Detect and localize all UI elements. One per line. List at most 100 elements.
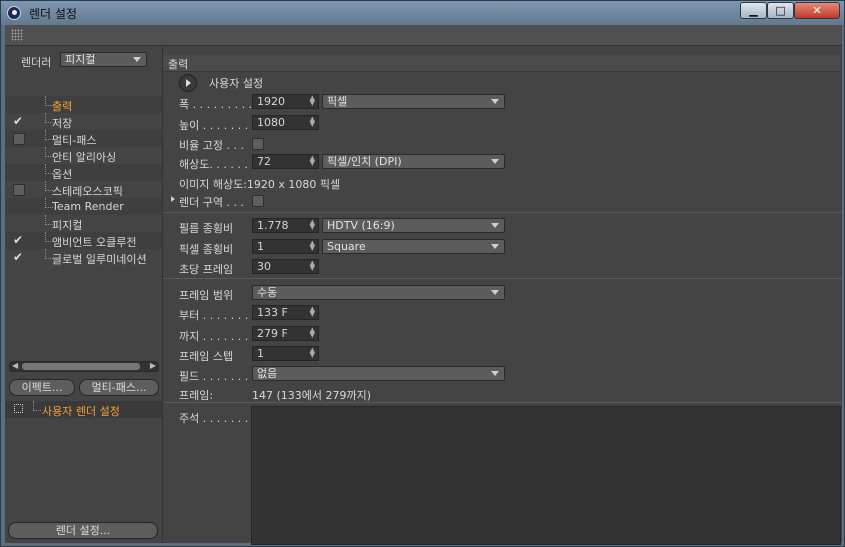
field-dropdown[interactable]: 없음	[252, 366, 505, 381]
preset-menu-icon[interactable]	[179, 74, 197, 92]
stepper-icon[interactable]: ▲ ▼	[310, 306, 315, 318]
tree-item-label: 스테레오스코픽	[52, 185, 123, 198]
scroll-right-icon[interactable]: ▶	[150, 361, 156, 370]
stepper-icon[interactable]: ▲ ▼	[310, 260, 315, 272]
film-aspect-field[interactable]: 1.778 ▲ ▼	[252, 218, 319, 233]
chevron-down-icon	[491, 99, 499, 104]
stepper-icon[interactable]: ▲ ▼	[310, 347, 315, 359]
frame-step-label: 프레임 스텝	[179, 350, 234, 363]
chevron-down-icon	[491, 223, 499, 228]
pixel-aspect-label: 픽셀 종횡비	[179, 243, 234, 256]
scroll-left-icon[interactable]: ◀	[12, 361, 18, 370]
tree-item-label: 안티 알리아싱	[52, 151, 117, 164]
image-resolution-readout: 이미지 해상도:1920 x 1080 픽셀	[179, 178, 341, 191]
maximize-icon: □	[775, 4, 786, 17]
tree-item-label: 피지컬	[52, 219, 83, 232]
frame-range-label: 프레임 범위	[179, 289, 234, 302]
pixel-aspect-dropdown[interactable]: Square	[322, 239, 505, 254]
resolution-label: 해상도. . . . . .	[179, 158, 248, 171]
tree-item[interactable]: 안티 알리아싱	[5, 147, 162, 164]
tree-item[interactable]: 출력	[5, 96, 162, 113]
render-settings-window: 렌더 설정 ▁ □ ✕ 렌더러 피지컬 출력 ✔ 저장 멀티-패스 안티 알리아싱 옵션 스…	[0, 0, 845, 547]
divider	[163, 212, 842, 213]
stepper-icon[interactable]: ▲ ▼	[310, 116, 315, 128]
chevron-down-icon	[491, 159, 499, 164]
frame-range-dropdown[interactable]: 수동	[252, 285, 505, 300]
width-field[interactable]: 1920 ▲ ▼	[252, 94, 319, 109]
dialog-body: 렌더러 피지컬 출력 ✔ 저장 멀티-패스 안티 알리아싱 옵션 스테레오스코픽 Team R…	[5, 25, 842, 545]
tree-item-label: 글로벌 일루미네이션	[52, 253, 147, 266]
resolution-field[interactable]: 72 ▲ ▼	[252, 154, 319, 169]
tree-item[interactable]: 피지컬	[5, 215, 162, 232]
tree-item[interactable]: Team Render	[5, 198, 162, 215]
frames-readout: 147 (133에서 279까지)	[252, 389, 372, 402]
maximize-button[interactable]: □	[767, 2, 794, 19]
tree-item[interactable]: 멀티-패스	[5, 130, 162, 147]
pixel-aspect-value: 1	[257, 240, 264, 253]
toolbar	[5, 25, 842, 46]
minimize-icon: ▁	[749, 4, 758, 17]
scrollbar-thumb[interactable]	[22, 363, 140, 370]
check-icon[interactable]: ✔	[13, 114, 23, 128]
width-unit-dropdown[interactable]: 픽셀	[322, 94, 505, 109]
close-icon: ✕	[812, 4, 822, 17]
height-field[interactable]: 1080 ▲ ▼	[252, 115, 319, 130]
tree-checkbox[interactable]	[13, 184, 25, 196]
tree-item-label: 앰비언트 오클루전	[52, 236, 137, 249]
tree-checkbox[interactable]	[13, 133, 25, 145]
from-value: 133 F	[257, 306, 288, 319]
frame-step-field[interactable]: 1 ▲ ▼	[252, 346, 319, 361]
film-aspect-label: 필름 종횡비	[179, 222, 234, 235]
close-button[interactable]: ✕	[794, 2, 840, 19]
resolution-unit-dropdown[interactable]: 픽셀/인치 (DPI)	[322, 154, 505, 169]
multipass-button[interactable]: 멀티-패스...	[79, 379, 159, 396]
expand-arrow-icon[interactable]	[171, 196, 175, 202]
pixel-aspect-field[interactable]: 1 ▲ ▼	[252, 239, 319, 254]
settings-tree-panel: 렌더러 피지컬 출력 ✔ 저장 멀티-패스 안티 알리아싱 옵션 스테레오스코픽 Team R…	[5, 46, 163, 543]
title-bar[interactable]: 렌더 설정 ▁ □ ✕	[1, 1, 844, 25]
notes-textarea[interactable]	[251, 406, 841, 545]
film-aspect-preset: HDTV (16:9)	[327, 219, 395, 232]
tree-item[interactable]: ✔ 글로벌 일루미네이션	[5, 249, 162, 266]
check-icon[interactable]: ✔	[13, 250, 23, 264]
check-icon[interactable]: ✔	[13, 233, 23, 247]
width-unit-value: 픽셀	[327, 95, 348, 108]
stepper-icon[interactable]: ▲ ▼	[310, 155, 315, 167]
chevron-down-icon	[491, 371, 499, 376]
lock-ratio-label: 비율 고정 . . .	[179, 139, 244, 152]
pixel-aspect-preset: Square	[327, 240, 366, 253]
window-title: 렌더 설정	[29, 7, 77, 21]
stepper-icon[interactable]: ▲ ▼	[310, 95, 315, 107]
fps-value: 30	[257, 260, 271, 273]
field-label: 필드 . . . . . . .	[179, 370, 249, 383]
tree-item-label: Team Render	[52, 200, 124, 213]
tree-item[interactable]: 스테레오스코픽	[5, 181, 162, 198]
tree-item-label: 출력	[52, 100, 73, 113]
to-field[interactable]: 279 F ▲ ▼	[252, 326, 319, 341]
render-region-label: 렌더 구역 . . .	[179, 196, 244, 209]
custom-render-setting-label: 사용자 렌더 설정	[42, 405, 120, 418]
fps-field[interactable]: 30 ▲ ▼	[252, 259, 319, 274]
stepper-icon[interactable]: ▲ ▼	[310, 240, 315, 252]
render-region-checkbox[interactable]	[252, 195, 264, 207]
tree-horizontal-scrollbar[interactable]: ◀ ▶	[9, 361, 159, 372]
from-field[interactable]: 133 F ▲ ▼	[252, 305, 319, 320]
tree-item[interactable]: ✔ 앰비언트 오클루전	[5, 232, 162, 249]
field-value: 없음	[257, 367, 278, 380]
film-aspect-dropdown[interactable]: HDTV (16:9)	[322, 218, 505, 233]
frames-label: 프레임:	[179, 389, 214, 402]
chevron-down-icon	[133, 57, 141, 62]
custom-render-setting-item[interactable]: 사용자 렌더 설정	[5, 401, 162, 418]
chevron-down-icon	[491, 290, 499, 295]
stepper-icon[interactable]: ▲ ▼	[310, 327, 315, 339]
renderer-dropdown[interactable]: 피지컬	[60, 52, 147, 67]
tree-item[interactable]: ✔ 저장	[5, 113, 162, 130]
grip-handle-icon[interactable]	[11, 29, 23, 41]
minimize-button[interactable]: ▁	[740, 2, 767, 19]
lock-ratio-checkbox[interactable]	[252, 138, 264, 150]
render-setting-icon	[14, 404, 23, 413]
stepper-icon[interactable]: ▲ ▼	[310, 219, 315, 231]
effect-button[interactable]: 이펙트...	[9, 379, 75, 396]
tree-item[interactable]: 옵션	[5, 164, 162, 181]
render-settings-button[interactable]: 렌더 설정...	[8, 522, 158, 539]
